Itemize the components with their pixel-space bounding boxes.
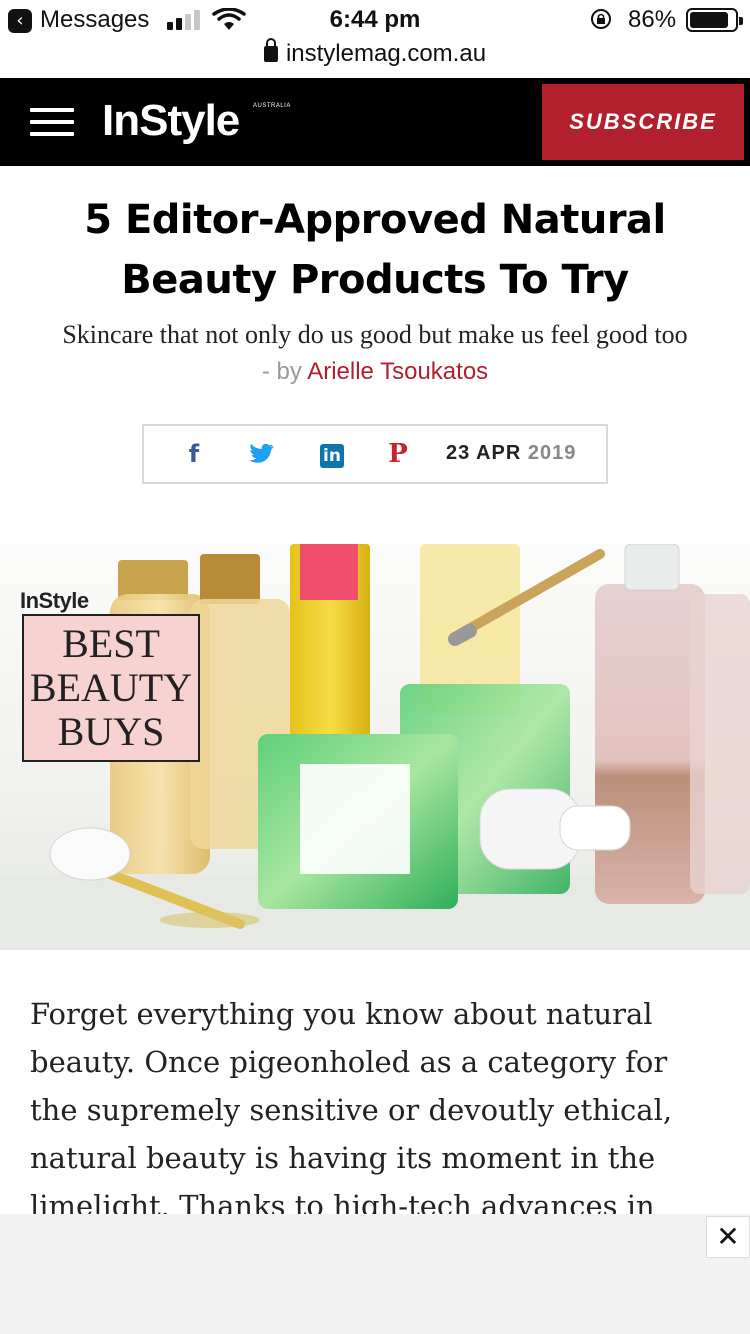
best-beauty-buys-badge: BEST BEAUTY BUYS (22, 614, 200, 762)
publish-date: 23 APR 2019 (446, 442, 576, 465)
rotation-lock-icon (591, 9, 611, 29)
badge-line-1: BEST (62, 621, 160, 666)
status-bar: ‹ Messages 6:44 pm 86% instylemag.com.au (0, 0, 750, 78)
battery-icon (686, 8, 743, 32)
site-logo[interactable]: InStyle (102, 96, 240, 146)
pinterest-share-icon[interactable]: P (382, 438, 414, 470)
close-ad-icon[interactable]: ✕ (706, 1216, 750, 1258)
badge-brand-logo: InStyle (20, 588, 89, 613)
address-bar[interactable]: instylemag.com.au (0, 38, 750, 68)
logo-region-label: AUSTRALIA (253, 103, 291, 109)
subscribe-button[interactable]: SUBSCRIBE (542, 84, 744, 160)
facebook-share-icon[interactable]: f (178, 438, 210, 470)
publish-date-day-month: 23 APR (446, 442, 522, 464)
hamburger-menu-icon[interactable] (30, 106, 74, 138)
hero-image: InStyle BEST BEAUTY BUYS (0, 544, 750, 950)
badge-line-3: BUYS (57, 709, 165, 754)
battery-level (690, 12, 728, 28)
byline-prefix: - by (261, 358, 302, 385)
linkedin-label: in (320, 444, 344, 468)
publish-date-year: 2019 (527, 442, 577, 464)
badge-line-2: BEAUTY (29, 665, 193, 710)
author-link[interactable]: Arielle Tsoukatos (307, 358, 488, 385)
url-text: instylemag.com.au (285, 40, 487, 67)
linkedin-share-icon[interactable]: in (316, 438, 348, 470)
battery-percentage: 86% (628, 6, 677, 33)
share-bar: f in P 23 APR 2019 (142, 424, 608, 484)
site-header: InStyle AUSTRALIA SUBSCRIBE (0, 78, 750, 166)
byline: - by Arielle Tsoukatos (0, 358, 750, 386)
twitter-share-icon[interactable] (246, 438, 278, 470)
article-subtitle: Skincare that not only do us good but ma… (62, 320, 688, 349)
ad-banner[interactable] (0, 1214, 750, 1334)
padlock-icon (263, 38, 278, 62)
article-title: 5 Editor-Approved Natural Beauty Product… (84, 197, 666, 303)
